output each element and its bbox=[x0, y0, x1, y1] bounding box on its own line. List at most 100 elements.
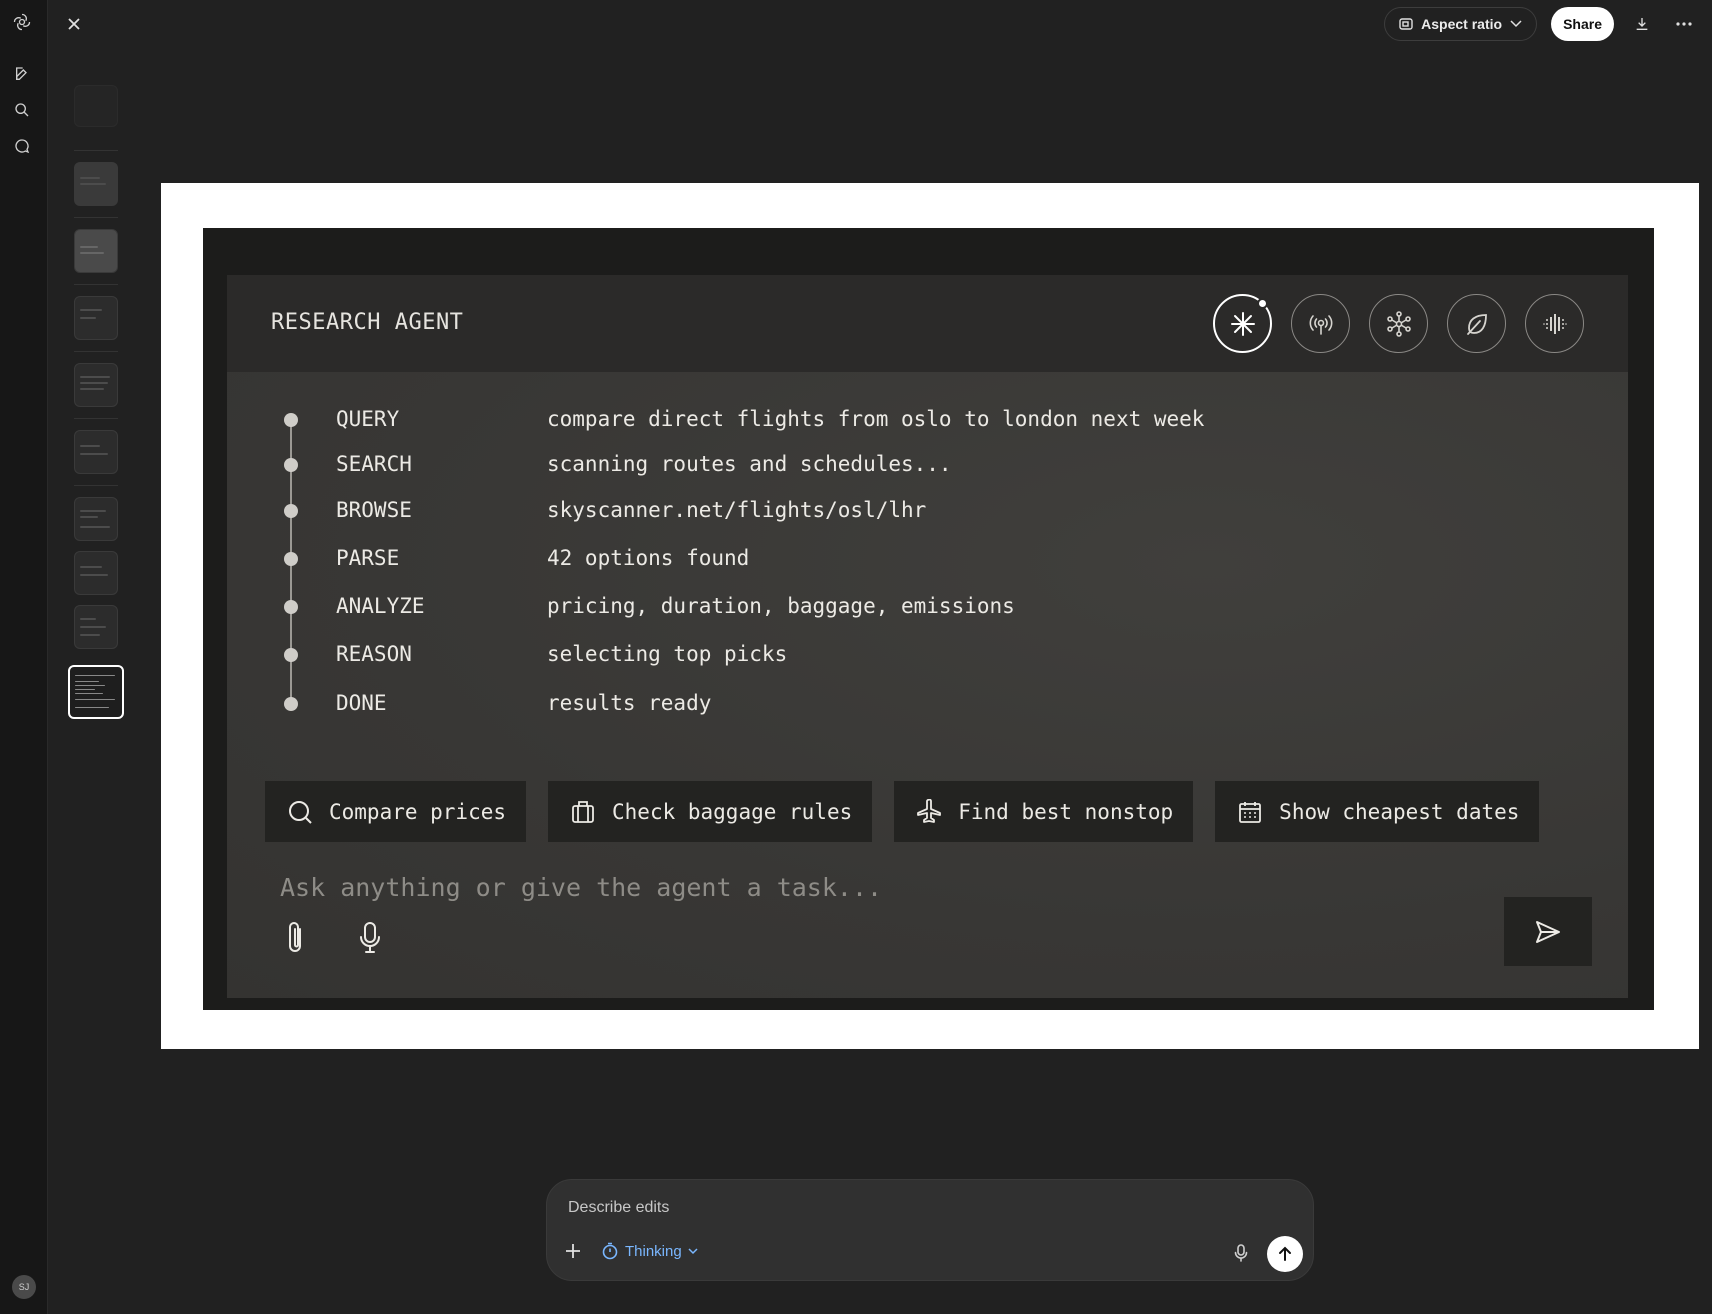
mode-selector bbox=[1213, 294, 1584, 353]
step-value: pricing, duration, baggage, emissions bbox=[547, 594, 1015, 618]
broadcast-icon[interactable] bbox=[1291, 294, 1350, 353]
luggage-icon bbox=[572, 800, 594, 823]
leaf-icon[interactable] bbox=[1447, 294, 1506, 353]
timeline-step: BROWSE skyscanner.net/flights/osl/lhr bbox=[277, 496, 1577, 526]
step-label: PARSE bbox=[336, 546, 400, 570]
agent-send-button[interactable] bbox=[1504, 897, 1592, 966]
thumbnail[interactable] bbox=[74, 605, 118, 649]
find-nonstop-chip[interactable]: Find best nonstop bbox=[894, 781, 1194, 842]
thumbnail[interactable] bbox=[74, 551, 118, 595]
thumbnail[interactable] bbox=[74, 85, 118, 127]
timeline-bullet bbox=[284, 458, 298, 472]
download-icon[interactable] bbox=[1628, 10, 1656, 38]
search-icon bbox=[289, 800, 312, 824]
agent-header: RESEARCH AGENT bbox=[227, 275, 1628, 372]
timeline-step: REASON selecting top picks bbox=[277, 640, 1577, 670]
timeline-bullet bbox=[284, 697, 298, 711]
step-value: skyscanner.net/flights/osl/lhr bbox=[547, 498, 927, 522]
thumbnail[interactable] bbox=[74, 162, 118, 206]
share-label: Share bbox=[1563, 16, 1602, 32]
step-label: DONE bbox=[336, 691, 387, 715]
step-label: BROWSE bbox=[336, 498, 412, 522]
microphone-icon[interactable] bbox=[1234, 1244, 1248, 1267]
waveform-icon[interactable] bbox=[1525, 294, 1584, 353]
top-toolbar: Aspect ratio Share bbox=[1384, 7, 1698, 41]
thumbnail[interactable] bbox=[74, 497, 118, 541]
step-label: QUERY bbox=[336, 407, 400, 431]
aspect-ratio-icon bbox=[1399, 18, 1413, 30]
submit-button[interactable] bbox=[1267, 1236, 1303, 1272]
timeline-step: PARSE 42 options found bbox=[277, 544, 1577, 574]
edit-composer: Describe edits Thinking bbox=[546, 1179, 1314, 1281]
chat-bubble-icon[interactable] bbox=[11, 135, 33, 157]
network-icon[interactable] bbox=[1369, 294, 1428, 353]
timeline-bullet bbox=[284, 648, 298, 662]
avatar-initials: SJ bbox=[18, 1282, 30, 1292]
image-canvas: RESEARCH AGENT QUERY compare direct flig… bbox=[161, 183, 1699, 1049]
left-rail: SJ bbox=[0, 0, 48, 1314]
paperclip-icon[interactable] bbox=[283, 920, 309, 961]
step-value: selecting top picks bbox=[547, 642, 788, 666]
timeline-step: QUERY compare direct flights from oslo t… bbox=[277, 405, 1577, 435]
arrow-up-icon bbox=[1279, 1246, 1291, 1261]
active-indicator bbox=[1257, 298, 1268, 309]
thumbnail-divider bbox=[74, 418, 118, 419]
thinking-mode-button[interactable]: Thinking bbox=[601, 1242, 698, 1260]
thumbnail-divider bbox=[74, 217, 118, 218]
agent-panel: RESEARCH AGENT QUERY compare direct flig… bbox=[227, 275, 1628, 998]
thumbnail[interactable] bbox=[74, 430, 118, 474]
timeline-bullet bbox=[284, 552, 298, 566]
timeline-step: ANALYZE pricing, duration, baggage, emis… bbox=[277, 592, 1577, 622]
asterisk-icon[interactable] bbox=[1213, 294, 1272, 353]
thumbnail-divider bbox=[74, 351, 118, 352]
thumbnail-active[interactable] bbox=[68, 665, 124, 719]
step-value: scanning routes and schedules... bbox=[547, 452, 952, 476]
thumbnail[interactable] bbox=[74, 296, 118, 340]
thumbnail-divider bbox=[74, 485, 118, 486]
step-label: SEARCH bbox=[336, 452, 412, 476]
search-icon[interactable] bbox=[11, 99, 33, 121]
chip-label: Compare prices bbox=[329, 799, 507, 824]
send-icon bbox=[1536, 920, 1560, 943]
step-label: REASON bbox=[336, 642, 412, 666]
timeline-bullet bbox=[284, 504, 298, 518]
aspect-ratio-button[interactable]: Aspect ratio bbox=[1384, 7, 1538, 41]
thumbnail[interactable] bbox=[74, 229, 118, 273]
close-button[interactable] bbox=[62, 12, 86, 36]
step-value: compare direct flights from oslo to lond… bbox=[547, 407, 1205, 431]
timeline-bullet bbox=[284, 600, 298, 614]
chip-label: Check baggage rules bbox=[612, 799, 853, 824]
more-options-icon[interactable] bbox=[1670, 10, 1698, 38]
calendar-icon bbox=[1239, 801, 1262, 823]
plus-icon[interactable] bbox=[565, 1243, 581, 1264]
avatar[interactable]: SJ bbox=[12, 1275, 36, 1299]
timeline-bullet bbox=[284, 413, 298, 427]
step-value: results ready bbox=[547, 691, 712, 715]
chevron-down-icon bbox=[1510, 20, 1522, 28]
cheapest-dates-chip[interactable]: Show cheapest dates bbox=[1215, 781, 1540, 842]
thumbnail-divider bbox=[74, 284, 118, 285]
microphone-icon[interactable] bbox=[357, 920, 383, 961]
timeline-step: DONE results ready bbox=[277, 689, 1577, 719]
thumbnail-divider bbox=[74, 150, 118, 151]
agent-title: RESEARCH AGENT bbox=[271, 310, 464, 335]
openai-logo-icon[interactable] bbox=[11, 11, 33, 33]
thumbnail[interactable] bbox=[74, 363, 118, 407]
check-baggage-chip[interactable]: Check baggage rules bbox=[548, 781, 873, 842]
new-chat-icon[interactable] bbox=[11, 63, 33, 85]
plane-icon bbox=[917, 798, 942, 823]
compare-prices-chip[interactable]: Compare prices bbox=[265, 781, 527, 842]
share-button[interactable]: Share bbox=[1551, 7, 1614, 41]
chevron-down-icon bbox=[688, 1247, 698, 1254]
timer-icon bbox=[602, 1242, 618, 1260]
suggestion-chips: Compare prices Check baggage rules Find … bbox=[265, 781, 1540, 842]
step-value: 42 options found bbox=[547, 546, 750, 570]
aspect-ratio-label: Aspect ratio bbox=[1421, 16, 1503, 32]
step-label: ANALYZE bbox=[336, 594, 425, 618]
describe-edits-input[interactable]: Describe edits bbox=[568, 1199, 669, 1217]
image-frame: RESEARCH AGENT QUERY compare direct flig… bbox=[203, 228, 1654, 1010]
agent-task-input[interactable]: Ask anything or give the agent a task... bbox=[280, 873, 882, 902]
thinking-label: Thinking bbox=[625, 1242, 682, 1260]
timeline-step: SEARCH scanning routes and schedules... bbox=[277, 450, 1577, 480]
chip-label: Find best nonstop bbox=[958, 799, 1174, 824]
